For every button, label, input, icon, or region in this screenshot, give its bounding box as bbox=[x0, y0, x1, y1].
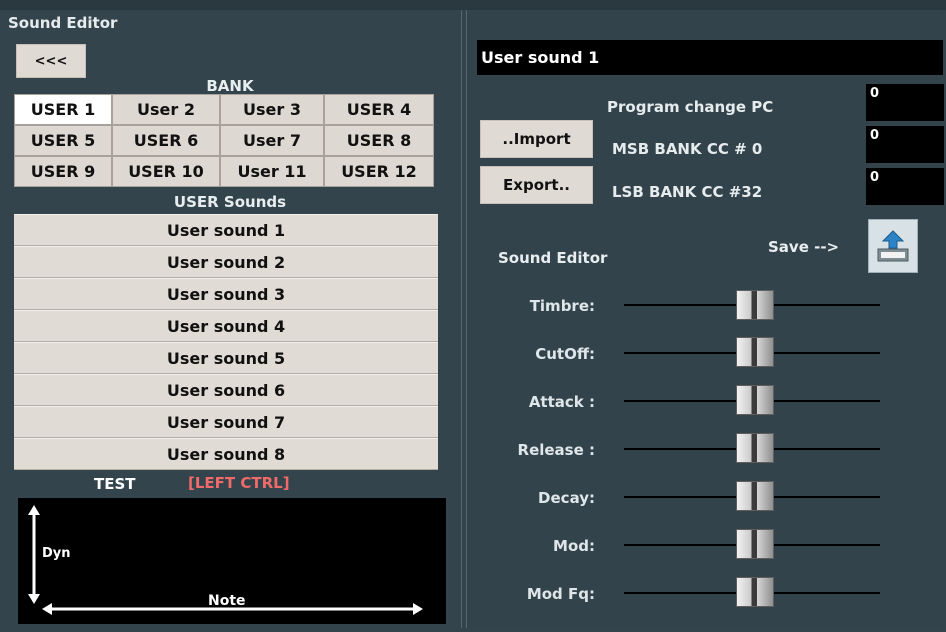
note-label: Note bbox=[208, 593, 246, 609]
param-label-mod: Mod: bbox=[553, 537, 595, 555]
bank-grid: USER 1 User 2 User 3 USER 4 USER 5 USER … bbox=[14, 94, 434, 187]
bank-user-12-button[interactable]: USER 12 bbox=[324, 156, 434, 187]
sound-item-2[interactable]: User sound 2 bbox=[14, 246, 438, 278]
save-button[interactable] bbox=[868, 219, 918, 273]
sound-item-6[interactable]: User sound 6 bbox=[14, 374, 438, 406]
sound-name-field[interactable]: User sound 1 bbox=[477, 40, 943, 75]
export-button[interactable]: Export.. bbox=[480, 166, 593, 204]
sound-item-7[interactable]: User sound 7 bbox=[14, 406, 438, 438]
param-slider-thumb-cutoff[interactable] bbox=[736, 337, 774, 367]
param-label-timbre: Timbre: bbox=[529, 297, 595, 315]
sound-item-3[interactable]: User sound 3 bbox=[14, 278, 438, 310]
test-pad[interactable]: Dyn Note bbox=[18, 498, 446, 624]
user-sounds-label: USER Sounds bbox=[173, 193, 287, 211]
bank-user-1-button[interactable]: USER 1 bbox=[14, 94, 112, 125]
param-slider-thumb-mod[interactable] bbox=[736, 529, 774, 559]
dyn-label: Dyn bbox=[42, 546, 71, 561]
lsb-bank-field[interactable]: 0 bbox=[866, 168, 944, 205]
bank-user-2-button[interactable]: User 2 bbox=[112, 94, 220, 125]
sound-item-5[interactable]: User sound 5 bbox=[14, 342, 438, 374]
test-label: TEST bbox=[94, 475, 136, 493]
param-slider-thumb-timbre[interactable] bbox=[736, 290, 774, 320]
param-slider-thumb-mod-fq[interactable] bbox=[736, 577, 774, 607]
down-arrow-icon bbox=[28, 594, 40, 604]
bank-user-3-button[interactable]: User 3 bbox=[220, 94, 324, 125]
bank-user-5-button[interactable]: USER 5 bbox=[14, 125, 112, 156]
bank-user-9-button[interactable]: USER 9 bbox=[14, 156, 112, 187]
left-ctrl-label: [LEFT CTRL] bbox=[188, 474, 290, 492]
sound-list: User sound 1 User sound 2 User sound 3 U… bbox=[14, 214, 438, 470]
bank-label: BANK bbox=[206, 77, 254, 95]
bank-user-11-button[interactable]: User 11 bbox=[220, 156, 324, 187]
save-icon bbox=[877, 230, 909, 262]
param-label-mod-fq: Mod Fq: bbox=[526, 585, 595, 603]
msb-bank-field[interactable]: 0 bbox=[866, 126, 944, 163]
param-label-attack: Attack : bbox=[528, 393, 595, 411]
sound-item-1[interactable]: User sound 1 bbox=[14, 214, 438, 246]
param-label-decay: Decay: bbox=[538, 489, 595, 507]
bank-user-8-button[interactable]: USER 8 bbox=[324, 125, 434, 156]
param-slider-thumb-attack[interactable] bbox=[736, 385, 774, 415]
lsb-bank-label: LSB BANK CC #32 bbox=[612, 183, 763, 201]
window-top-strip bbox=[0, 0, 946, 10]
bank-user-10-button[interactable]: USER 10 bbox=[112, 156, 220, 187]
sound-item-8[interactable]: User sound 8 bbox=[14, 438, 438, 470]
import-button[interactable]: ..Import bbox=[480, 120, 593, 158]
bank-user-4-button[interactable]: USER 4 bbox=[324, 94, 434, 125]
back-button[interactable]: <<< bbox=[16, 44, 86, 78]
msb-bank-label: MSB BANK CC # 0 bbox=[612, 140, 763, 158]
right-arrow-icon bbox=[413, 603, 423, 615]
bank-user-7-button[interactable]: User 7 bbox=[220, 125, 324, 156]
save-label: Save --> bbox=[768, 238, 840, 256]
param-label-cutoff: CutOff: bbox=[535, 345, 595, 363]
sound-editor-title: Sound Editor bbox=[498, 249, 608, 267]
sound-item-4[interactable]: User sound 4 bbox=[14, 310, 438, 342]
program-change-field[interactable]: 0 bbox=[866, 84, 944, 121]
bank-user-6-button[interactable]: USER 6 bbox=[112, 125, 220, 156]
param-label-release: Release : bbox=[517, 441, 595, 459]
window-title: Sound Editor bbox=[8, 14, 118, 32]
sound-editor-window: Sound Editor <<< BANK USER 1 User 2 User… bbox=[0, 0, 946, 632]
param-slider-thumb-release[interactable] bbox=[736, 433, 774, 463]
program-change-label: Program change PC bbox=[607, 98, 774, 116]
param-slider-thumb-decay[interactable] bbox=[736, 481, 774, 511]
up-arrow-icon bbox=[28, 505, 40, 600]
